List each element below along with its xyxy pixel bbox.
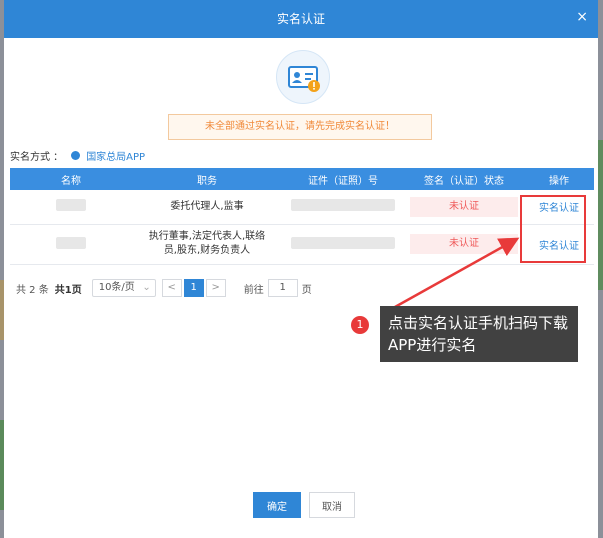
total-pages: 共1页 <box>54 284 82 296</box>
col-header-id: 证件（证照）号 <box>282 168 404 190</box>
warning-banner: 未全部通过实名认证，请先完成实名认证！ <box>168 114 432 140</box>
role-line: 员,股东,财务负责人 <box>163 245 251 256</box>
id-card-warning-icon <box>276 50 330 104</box>
annotation-callout: 点击实名认证手机扫码下载 APP进行实名 <box>380 306 578 362</box>
current-page[interactable]: 1 <box>183 279 204 297</box>
callout-line: APP进行实名 <box>388 336 477 354</box>
total-count: 共 2 条 <box>16 284 49 296</box>
role-line: 执行董事,法定代表人,联络 <box>148 231 266 242</box>
redacted-name <box>56 236 86 249</box>
col-header-role: 职务 <box>132 168 282 190</box>
cancel-button[interactable]: 取消 <box>309 492 355 518</box>
page-size-value: 10条/页 <box>98 282 135 293</box>
prev-page-button[interactable]: < <box>161 279 182 297</box>
role-cell: 委托代理人,监事 <box>132 190 282 225</box>
radio-selected-icon[interactable] <box>71 150 81 160</box>
highlight-box <box>520 195 586 263</box>
goto-suffix: 页 <box>301 284 312 296</box>
chevron-down-icon: ⌄ <box>142 282 151 293</box>
status-badge: 未认证 <box>410 234 518 254</box>
confirm-button[interactable]: 确定 <box>253 492 301 518</box>
page-size-select[interactable]: 10条/页 ⌄ <box>91 279 156 297</box>
close-icon[interactable]: × <box>576 0 588 34</box>
goto-label: 前往 <box>243 284 264 296</box>
status-badge: 未认证 <box>410 196 518 217</box>
pagination: 共 2 条 共1页 10条/页 ⌄ < 1 > 前往 1 页 <box>16 278 312 298</box>
callout-line: 点击实名认证手机扫码下载 <box>388 314 569 332</box>
table-row: 执行董事,法定代表人,联络 员,股东,财务负责人 未认证 实名认证 <box>10 224 594 265</box>
step-number-badge: 1 <box>351 316 369 334</box>
dialog-header: 实名认证 × <box>4 0 598 38</box>
col-header-status: 签名（认证）状态 <box>404 168 524 190</box>
realname-dialog: 实名认证 × 未全部通过实名认证，请先完成实名认证！ 实名方式 ： 国家总局AP… <box>4 0 598 538</box>
next-page-button[interactable]: > <box>205 279 226 297</box>
auth-method-option[interactable]: 国家总局APP <box>86 148 145 163</box>
col-header-name: 名称 <box>10 168 132 190</box>
dialog-title: 实名认证 <box>276 12 325 26</box>
role-cell: 执行董事,法定代表人,联络 员,股东,财务负责人 <box>132 224 282 265</box>
auth-table: 名称 职务 证件（证照）号 签名（认证）状态 操作 委托代理人,监事 未认证 实… <box>10 168 594 265</box>
redacted-id <box>291 236 395 249</box>
col-header-action: 操作 <box>524 168 594 190</box>
table-row: 委托代理人,监事 未认证 实名认证 <box>10 190 594 225</box>
redacted-id <box>291 199 395 212</box>
redacted-name <box>56 199 86 212</box>
auth-method-row: 实名方式 ： 国家总局APP <box>10 148 145 163</box>
auth-method-label: 实名方式 ： <box>10 151 64 163</box>
goto-page-input[interactable]: 1 <box>267 279 298 297</box>
